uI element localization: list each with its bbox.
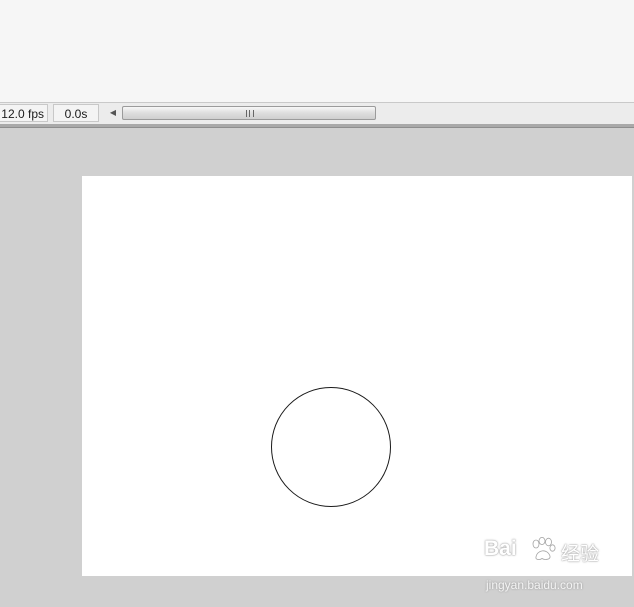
timeline-status-bar: 12.0 fps 0.0s ◀ [0, 102, 634, 124]
scroll-left-icon[interactable]: ◀ [107, 105, 119, 121]
scrollbar-thumb[interactable] [122, 106, 376, 120]
timeline-area [0, 0, 634, 102]
frame-rate-field[interactable]: 12.0 fps [0, 104, 48, 122]
circle-shape[interactable] [271, 387, 391, 507]
grip-icon [246, 110, 254, 117]
timeline-horizontal-scrollbar[interactable] [122, 106, 634, 120]
stage-canvas[interactable] [82, 176, 632, 576]
elapsed-time-field: 0.0s [53, 104, 99, 122]
